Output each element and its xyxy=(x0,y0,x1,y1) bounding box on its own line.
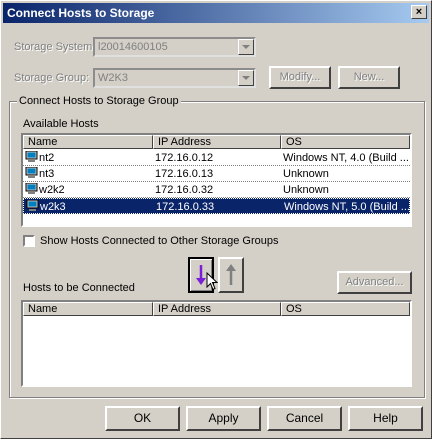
hosts-to-connect-label: Hosts to be Connected xyxy=(23,282,135,294)
computer-icon xyxy=(25,183,38,194)
chevron-down-icon[interactable] xyxy=(238,70,254,86)
group-caption: Connect Hosts to Storage Group xyxy=(17,95,181,107)
arrow-up-icon xyxy=(226,264,236,285)
host-name: nt3 xyxy=(39,168,55,180)
apply-button[interactable]: Apply xyxy=(186,406,261,431)
host-ip: 172.16.0.32 xyxy=(155,184,214,196)
host-os: Windows NT, 5.0 (Build ... xyxy=(284,201,410,213)
advanced-button[interactable]: Advanced... xyxy=(337,271,412,294)
column-header-os[interactable]: OS xyxy=(281,302,410,316)
title-bar: Connect Hosts to Storage × xyxy=(3,3,429,23)
host-os: Unknown xyxy=(283,184,329,196)
computer-icon xyxy=(26,200,39,211)
host-ip: 172.16.0.13 xyxy=(155,168,214,180)
host-os: Unknown xyxy=(283,168,329,180)
host-name: w2k2 xyxy=(39,184,65,196)
storage-system-value: l20014600105 xyxy=(98,41,168,53)
storage-group-label: Storage Group: xyxy=(14,72,90,84)
host-name: w2k3 xyxy=(40,201,66,213)
host-name: nt2 xyxy=(39,152,55,164)
mouse-cursor-icon xyxy=(206,272,218,291)
storage-system-select[interactable]: l20014600105 xyxy=(93,37,256,57)
host-row[interactable]: nt2 172.16.0.12 Windows NT, 4.0 (Build .… xyxy=(23,150,410,166)
column-header-ip[interactable]: IP Address xyxy=(153,302,281,316)
cancel-button[interactable]: Cancel xyxy=(267,406,342,431)
storage-group-select[interactable]: W2K3 xyxy=(93,68,256,88)
available-hosts-label: Available Hosts xyxy=(23,118,99,130)
host-row[interactable]: nt3 172.16.0.13 Unknown xyxy=(23,166,410,182)
computer-icon xyxy=(25,167,38,178)
host-ip: 172.16.0.12 xyxy=(155,152,214,164)
modify-button[interactable]: Modify... xyxy=(269,66,331,89)
ok-button[interactable]: OK xyxy=(105,406,180,431)
storage-system-label: Storage System: xyxy=(14,41,96,53)
column-header-name[interactable]: Name xyxy=(23,135,153,149)
move-up-button[interactable] xyxy=(218,257,244,293)
close-button[interactable]: × xyxy=(411,5,427,19)
column-header-os[interactable]: OS xyxy=(281,135,410,149)
storage-group-value: W2K3 xyxy=(98,72,128,84)
chevron-down-icon[interactable] xyxy=(238,39,254,55)
host-ip: 172.16.0.33 xyxy=(156,201,215,213)
connect-hosts-dialog: Connect Hosts to Storage × Storage Syste… xyxy=(0,0,432,439)
computer-icon xyxy=(25,151,38,162)
host-row[interactable]: w2k2 172.16.0.32 Unknown xyxy=(23,182,410,198)
show-hosts-label[interactable]: Show Hosts Connected to Other Storage Gr… xyxy=(40,235,278,247)
hosts-to-connect-list[interactable]: Name IP Address OS xyxy=(21,300,412,387)
show-hosts-checkbox[interactable] xyxy=(23,235,35,247)
window-title: Connect Hosts to Storage xyxy=(7,6,155,20)
host-row-selected[interactable]: w2k3 172.16.0.33 Windows NT, 5.0 (Build … xyxy=(23,198,410,214)
available-hosts-list[interactable]: Name IP Address OS nt2 172.16.0.12 Windo… xyxy=(21,133,412,227)
column-header-ip[interactable]: IP Address xyxy=(153,135,281,149)
column-header-name[interactable]: Name xyxy=(23,302,153,316)
help-button[interactable]: Help xyxy=(348,406,423,431)
new-button[interactable]: New... xyxy=(338,66,400,89)
host-os: Windows NT, 4.0 (Build ... xyxy=(283,152,409,164)
